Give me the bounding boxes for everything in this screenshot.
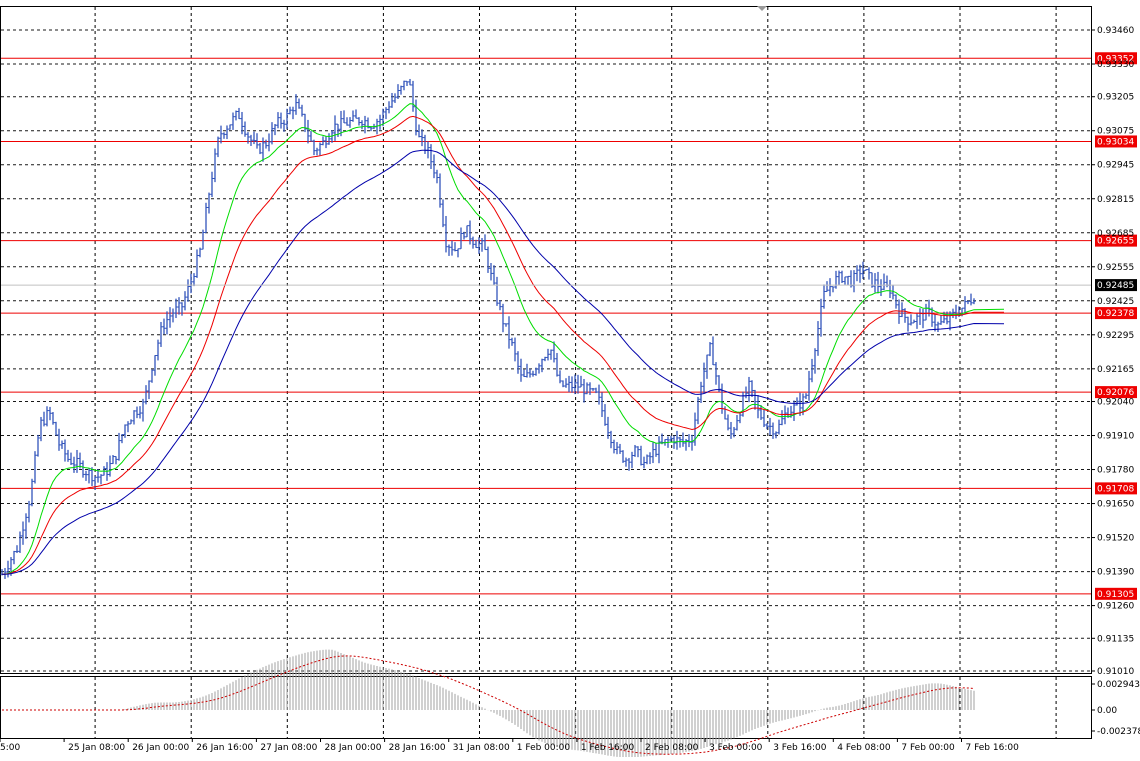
price-tick-label: 0.91390 <box>1097 568 1134 578</box>
price-tick-label: 0.92945 <box>1097 161 1134 171</box>
price-tick-label: 0.91910 <box>1097 432 1134 442</box>
price-tick-label: 0.93205 <box>1097 93 1134 103</box>
price-tick-label: 0.91650 <box>1097 500 1134 510</box>
time-tick-label: 1 Feb 16:00 <box>581 743 635 753</box>
price-tick-label: 0.91260 <box>1097 602 1134 612</box>
time-tick-label: 26 Jan 16:00 <box>196 743 253 753</box>
price-tick-label: 0.92040 <box>1097 398 1134 408</box>
horizontal-level-label: 0.91305 <box>1097 590 1134 600</box>
price-tick-label: 0.92165 <box>1097 365 1134 375</box>
time-tick-label: 7 Feb 16:00 <box>966 743 1020 753</box>
time-tick-label: 3 Feb 00:00 <box>709 743 763 753</box>
current-price-label: 0.92485 <box>1097 281 1134 291</box>
time-tick-label: 25 Jan 08:00 <box>68 743 125 753</box>
price-tick-label: 0.91780 <box>1097 466 1134 476</box>
oscillator-tick-label: -0.002378 <box>1097 727 1140 737</box>
price-tick-label: 0.92295 <box>1097 331 1134 341</box>
horizontal-level-label: 0.93034 <box>1097 137 1134 147</box>
time-tick-label: 1 Feb 00:00 <box>517 743 571 753</box>
time-axis[interactable]: 5:00 25 Jan 08:00 26 Jan 00:00 26 Jan 16:00… <box>0 738 1019 753</box>
price-tick-label: 0.92555 <box>1097 263 1134 273</box>
price-tick-label: 0.91010 <box>1097 667 1134 677</box>
price-tick-label: 0.91135 <box>1097 634 1134 644</box>
time-tick-label: 26 Jan 00:00 <box>132 743 189 753</box>
time-tick-label: 27 Jan 08:00 <box>260 743 317 753</box>
time-tick-label: 5:00 <box>0 743 20 753</box>
price-chart[interactable]: 0.933520.930340.926550.923780.920760.917… <box>0 0 1140 758</box>
price-tick-label: 0.92815 <box>1097 195 1134 205</box>
chart-window[interactable]: 0.93352 0.93034 0.92655 0.92378 0.92076 0.917… <box>0 0 1140 758</box>
horizontal-level-label: 0.91708 <box>1097 484 1134 494</box>
time-tick-label: 3 Feb 16:00 <box>773 743 827 753</box>
price-tick-label: 0.93330 <box>1097 60 1134 70</box>
time-tick-label: 7 Feb 00:00 <box>901 743 955 753</box>
time-tick-label: 4 Feb 08:00 <box>837 743 891 753</box>
price-tick-label: 0.93075 <box>1097 127 1134 137</box>
horizontal-level-label: 0.92378 <box>1097 309 1134 319</box>
price-tick-label: 0.92685 <box>1097 229 1134 239</box>
time-tick-label: 28 Jan 16:00 <box>389 743 446 753</box>
oscillator-tick-label: 0.00 <box>1097 706 1117 716</box>
oscillator-tick-label: 0.002943 <box>1097 680 1140 690</box>
price-tick-label: 0.92425 <box>1097 297 1134 307</box>
price-tick-label: 0.93460 <box>1097 26 1134 36</box>
time-tick-label: 28 Jan 00:00 <box>325 743 382 753</box>
time-tick-label: 31 Jan 08:00 <box>453 743 510 753</box>
price-tick-label: 0.91520 <box>1097 534 1134 544</box>
time-tick-label: 2 Feb 08:00 <box>645 743 699 753</box>
